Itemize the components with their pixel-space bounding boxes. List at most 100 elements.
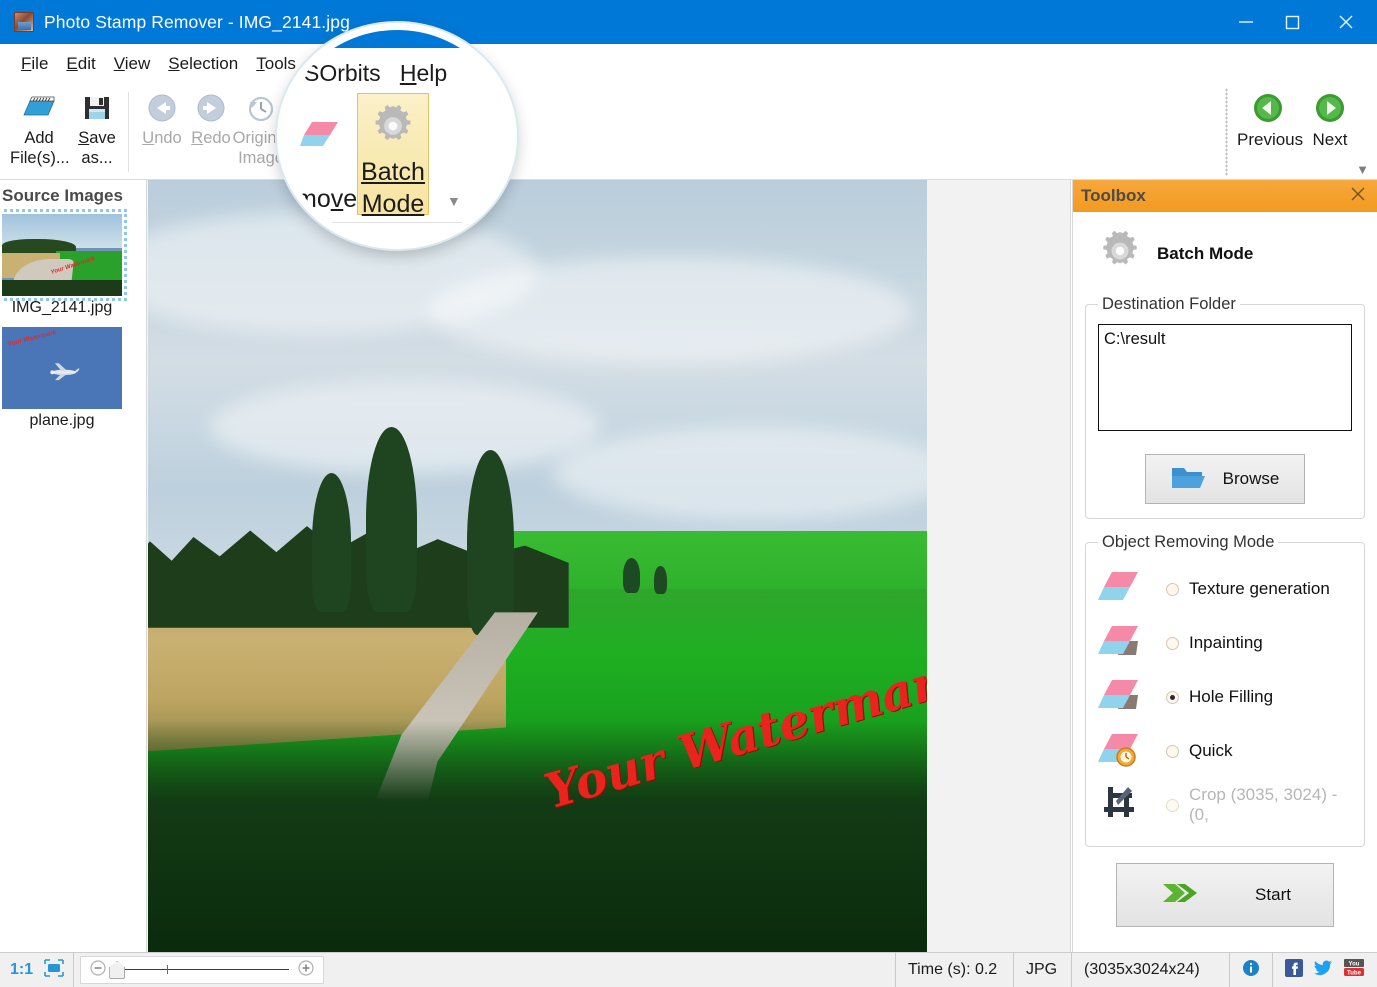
eraser-shadow-icon <box>1098 675 1146 719</box>
zoom-slider-thumb[interactable] <box>109 961 126 979</box>
zoom-ratio-cell: 1:1 <box>0 953 75 987</box>
radio-quick[interactable] <box>1166 744 1179 758</box>
toolbox-section-header: Batch Mode <box>1085 222 1365 289</box>
fit-to-window-icon[interactable] <box>43 958 65 983</box>
source-images-panel: Source Images Your Watermark IMG_2141.jp… <box>0 180 147 952</box>
start-label: Start <box>1255 885 1291 904</box>
list-item[interactable]: Your Watermark plane.jpg <box>0 327 146 436</box>
cloud-shape <box>553 427 927 520</box>
zoom-slider-track[interactable] <box>107 961 297 979</box>
magnifier-titlebar-strip <box>284 30 510 48</box>
menu-view[interactable]: View <box>105 50 160 78</box>
previous-button[interactable]: Previous <box>1237 86 1304 150</box>
add-files-label-2: File(s)... <box>10 149 70 167</box>
radio-hole-filling[interactable] <box>1166 690 1179 704</box>
mode-option-quick[interactable]: Quick <box>1098 724 1352 778</box>
magnifier-batch-line2: Mode <box>361 190 425 218</box>
dimensions-cell: (3035x3024x24) <box>1072 953 1230 987</box>
list-item[interactable]: Your Watermark IMG_2141.jpg <box>0 209 146 323</box>
photo-dark-foreground <box>148 720 927 952</box>
magnifier-remove-label: move <box>296 185 358 213</box>
add-files-button[interactable]: Add File(s)... <box>10 88 70 168</box>
magnifier-content: SOrbits Help move Batch Mode ▼ <box>284 30 510 242</box>
magnifier-expand-arrow: ▼ <box>447 193 461 209</box>
eraser-shadow-icon <box>1098 621 1146 665</box>
folder-icon <box>1171 464 1207 495</box>
destination-folder-legend: Destination Folder <box>1102 295 1236 313</box>
save-as-icon <box>68 88 126 128</box>
toolbox-title: Toolbox <box>1081 186 1146 205</box>
radio-texture-generation[interactable] <box>1166 582 1179 596</box>
menu-edit[interactable]: Edit <box>57 50 104 78</box>
browse-row: Browse <box>1098 454 1352 504</box>
magnifier-batch-line1: Batch <box>361 158 425 186</box>
far-tree <box>654 566 667 594</box>
magnifier-callout: SOrbits Help move Batch Mode ▼ <box>277 23 517 249</box>
toolbox-close-icon[interactable] <box>1349 185 1367 208</box>
mode-option-inpainting[interactable]: Inpainting <box>1098 616 1352 670</box>
previous-label: Previous <box>1237 130 1304 149</box>
mode-option-texture-generation[interactable]: Texture generation <box>1098 562 1352 616</box>
thumbnail-image-preview: Your Watermark <box>2 327 122 409</box>
save-as-label-2: as... <box>81 149 113 167</box>
magnifier-menu-sorbits[interactable]: SOrbits <box>304 60 381 86</box>
minimize-button[interactable] <box>1223 0 1269 44</box>
thumbnail-plane[interactable]: Your Watermark <box>2 327 122 409</box>
menu-file[interactable]: FFileile <box>12 50 57 78</box>
close-button[interactable] <box>1315 0 1377 44</box>
radio-crop <box>1166 798 1179 812</box>
info-cell[interactable] <box>1230 953 1273 987</box>
navigation-group: Previous Next <box>1225 84 1365 180</box>
mode-label-quick: Quick <box>1189 741 1233 760</box>
toolbox-panel: Toolbox Batch Mode Destination Folder C:… <box>1072 180 1377 952</box>
svg-text:Tube: Tube <box>1347 970 1362 976</box>
green-left-arrow-icon <box>1237 86 1299 130</box>
gear-icon <box>358 94 428 150</box>
social-links: You Tube <box>1273 953 1377 987</box>
youtube-icon[interactable]: You Tube <box>1343 958 1365 983</box>
time-cell: Time (s): 0.2 <box>896 953 1014 987</box>
source-images-title: Source Images <box>2 186 123 205</box>
start-row: Start <box>1085 863 1365 927</box>
radio-inpainting[interactable] <box>1166 636 1179 650</box>
save-as-label-1: Save <box>78 129 116 147</box>
browse-button[interactable]: Browse <box>1145 454 1305 504</box>
plane-shape-icon <box>50 363 80 381</box>
eraser-plain-icon <box>1098 567 1146 611</box>
info-icon[interactable] <box>1242 959 1260 982</box>
green-double-arrow-icon <box>1159 878 1201 913</box>
maximize-button[interactable] <box>1269 0 1315 44</box>
zoom-slider[interactable] <box>80 956 325 984</box>
thumbnail-image-preview: Your Watermark <box>2 214 122 296</box>
menu-selection[interactable]: Selection <box>159 50 247 78</box>
zoom-out-button[interactable] <box>89 959 107 982</box>
zoom-ratio-label[interactable]: 1:1 <box>10 961 33 979</box>
save-as-button[interactable]: Save as... <box>68 88 126 168</box>
object-removing-mode-legend: Object Removing Mode <box>1102 533 1275 551</box>
object-removing-mode-group: Object Removing Mode Texture generation <box>1085 533 1365 847</box>
zoom-in-button[interactable] <box>297 959 315 982</box>
next-button[interactable]: Next <box>1299 86 1361 150</box>
poplar-tree <box>311 473 351 613</box>
mode-label-crop: Crop (3035, 3024) - (0, <box>1189 785 1338 824</box>
twitter-icon[interactable] <box>1313 959 1333 982</box>
image-canvas-area[interactable]: Your Watermark <box>147 180 1071 952</box>
application-window: Photo Stamp Remover - IMG_2141.jpg FFile… <box>0 0 1377 987</box>
toolbox-body: Batch Mode Destination Folder Browse <box>1073 212 1377 927</box>
title-bar: Photo Stamp Remover - IMG_2141.jpg <box>0 0 1377 44</box>
poplar-tree <box>366 427 417 613</box>
facebook-icon[interactable] <box>1285 958 1303 982</box>
thumbnail-watermark: Your Watermark <box>6 329 57 349</box>
mode-option-hole-filling[interactable]: Hole Filling <box>1098 670 1352 724</box>
mode-label-inpainting: Inpainting <box>1189 633 1263 652</box>
add-files-label-1: Add <box>24 129 54 147</box>
thumbnail-img-2141[interactable]: Your Watermark <box>0 209 127 301</box>
magnifier-batch-labels: Batch Mode <box>358 156 428 220</box>
eraser-clock-icon <box>1098 729 1146 773</box>
toolbox-header: Toolbox <box>1073 180 1377 212</box>
magnifier-batch-mode-button[interactable]: Batch Mode <box>357 93 429 218</box>
main-photo[interactable]: Your Watermark <box>148 180 927 952</box>
destination-folder-input[interactable] <box>1098 324 1352 431</box>
gear-icon <box>1097 228 1143 279</box>
start-button[interactable]: Start <box>1116 863 1334 927</box>
